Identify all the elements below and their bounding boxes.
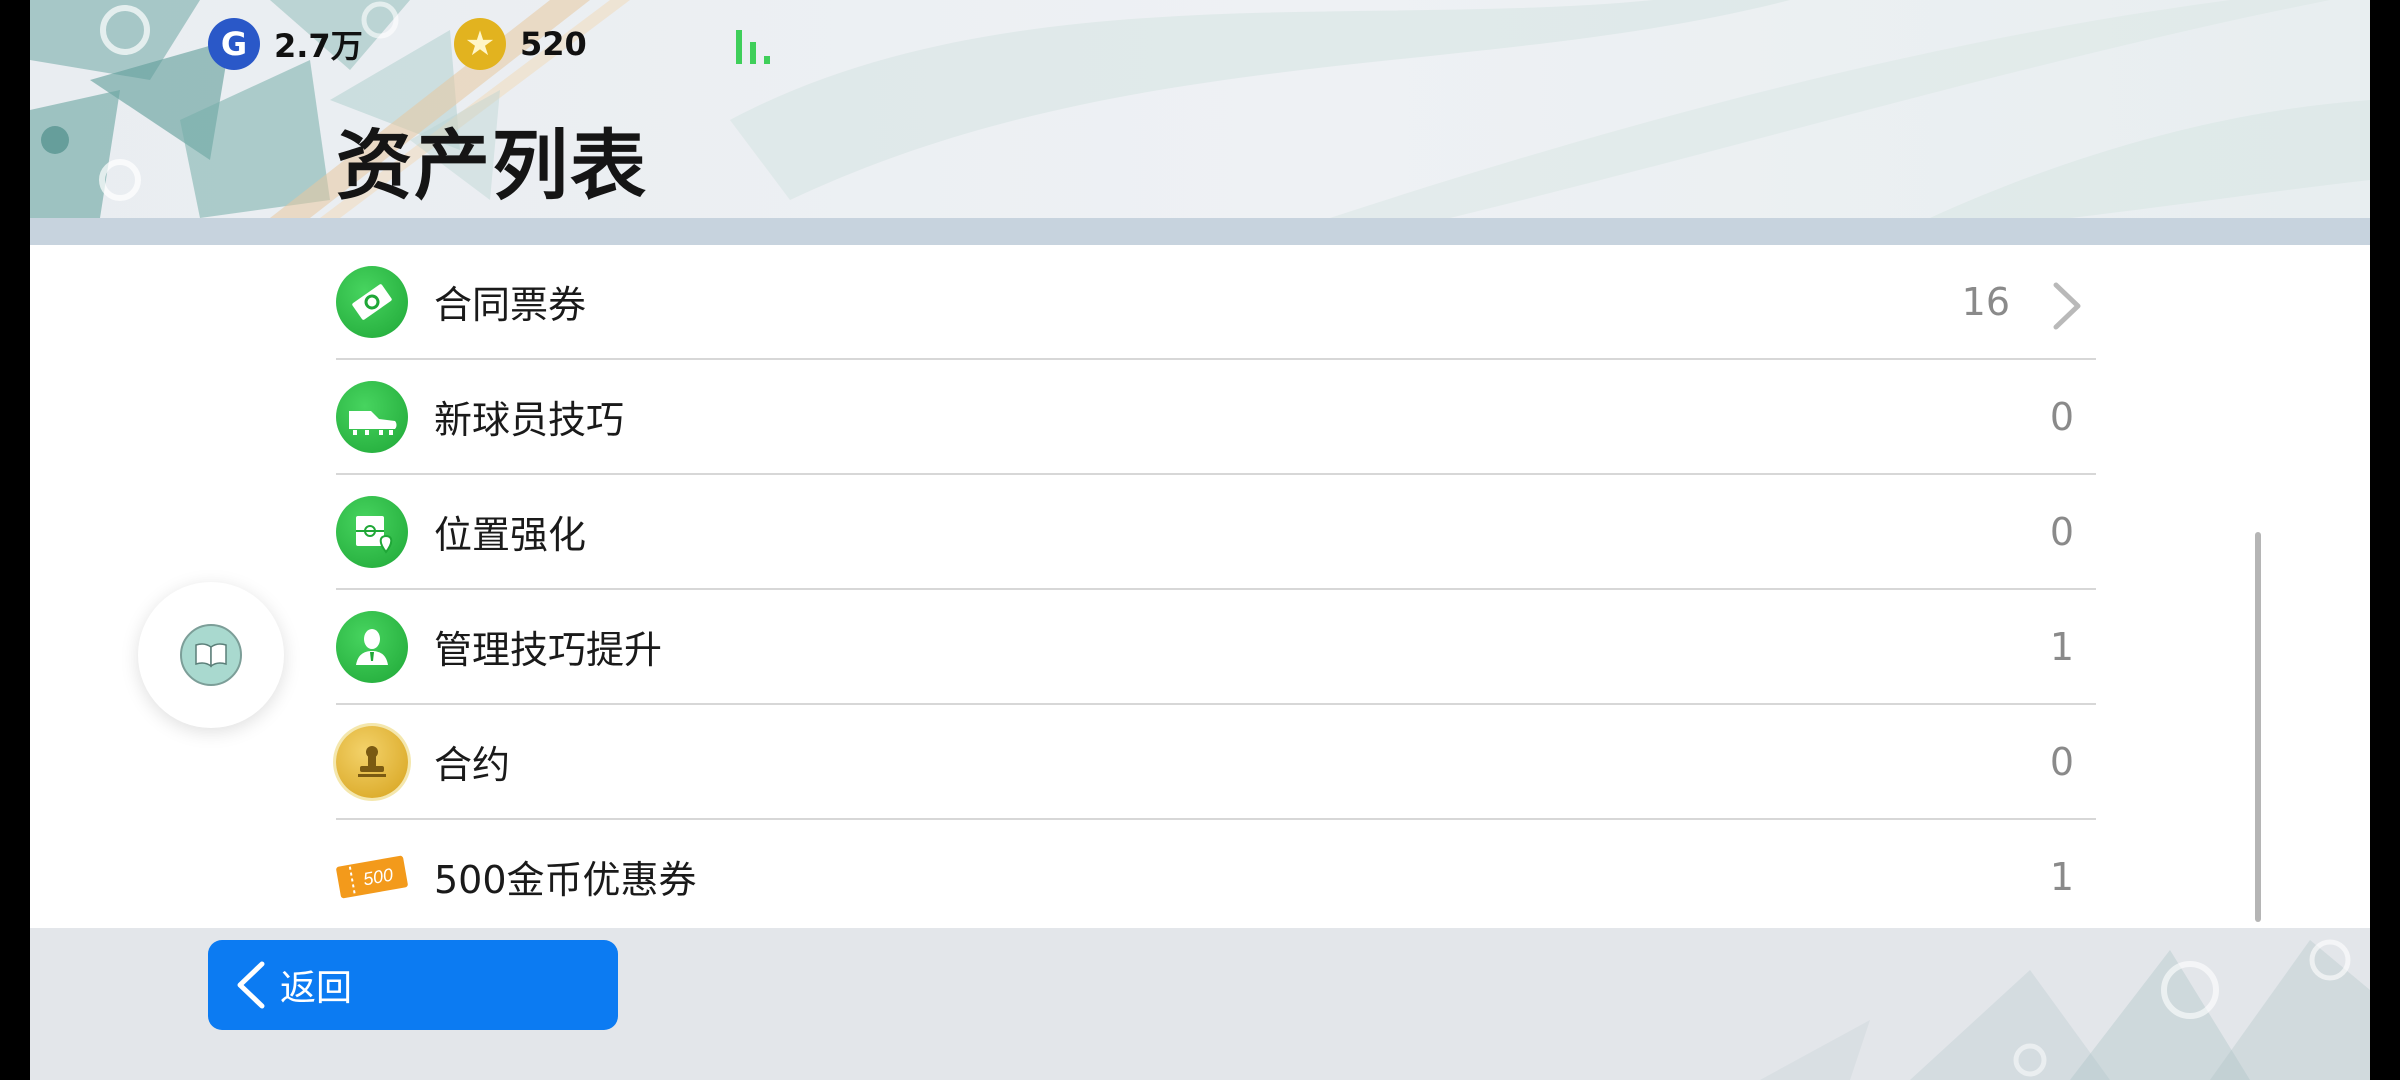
stamp-icon xyxy=(336,725,408,798)
header: G 2.7万 ★ 520 资产列表 xyxy=(30,0,2370,218)
app-frame: G 2.7万 ★ 520 资产列表 合同票券 16 新球员技巧 0 位置强化 0… xyxy=(30,0,2370,1080)
star-amount: 520 xyxy=(520,25,587,63)
contract-ticket-icon xyxy=(336,265,408,338)
star-currency: ★ 520 xyxy=(454,18,587,70)
list-item-coupon-500[interactable]: 500 500金币优惠券 1 xyxy=(336,820,2096,933)
gp-coin-icon: G xyxy=(208,18,260,70)
star-coin-icon: ★ xyxy=(454,18,506,70)
list-item-new-player-skill[interactable]: 新球员技巧 0 xyxy=(336,360,2096,475)
gp-currency: G 2.7万 xyxy=(208,18,363,70)
asset-count: 1 xyxy=(2049,854,2074,899)
asset-count: 1 xyxy=(2049,624,2074,669)
asset-label: 位置强化 xyxy=(434,513,587,557)
boot-icon xyxy=(336,380,408,453)
asset-label: 合约 xyxy=(434,743,511,787)
asset-label: 管理技巧提升 xyxy=(434,628,663,672)
asset-label: 新球员技巧 xyxy=(434,398,625,442)
asset-list: 合同票券 16 新球员技巧 0 位置强化 0 管理技巧提升 1 合约 0 500… xyxy=(336,245,2096,933)
back-button[interactable]: 返回 xyxy=(208,940,618,1030)
list-item-manager-skill[interactable]: 管理技巧提升 1 xyxy=(336,590,2096,705)
chevron-left-icon xyxy=(237,961,265,1009)
list-item-contract[interactable]: 合约 0 xyxy=(336,705,2096,820)
asset-count: 0 xyxy=(2049,394,2074,439)
position-map-icon xyxy=(336,495,408,568)
coupon-500-icon: 500 xyxy=(336,841,408,913)
asset-label: 500金币优惠券 xyxy=(434,858,697,902)
asset-label: 合同票券 xyxy=(434,283,587,327)
list-item-contract-ticket[interactable]: 合同票券 16 xyxy=(336,245,2096,360)
asset-count: 16 xyxy=(1961,279,2010,324)
book-icon xyxy=(180,624,242,686)
asset-count: 0 xyxy=(2049,509,2074,554)
footer-pattern xyxy=(1760,939,2370,1080)
gp-amount: 2.7万 xyxy=(274,27,363,65)
manager-icon xyxy=(336,610,408,683)
page-title: 资产列表 xyxy=(336,121,648,210)
signal-icon xyxy=(736,30,770,64)
scrollbar[interactable] xyxy=(2255,532,2261,922)
list-item-position-boost[interactable]: 位置强化 0 xyxy=(336,475,2096,590)
guide-book-button[interactable] xyxy=(138,582,284,728)
chevron-right-icon xyxy=(2053,282,2081,330)
back-label: 返回 xyxy=(280,968,353,1009)
asset-count: 0 xyxy=(2049,739,2074,784)
